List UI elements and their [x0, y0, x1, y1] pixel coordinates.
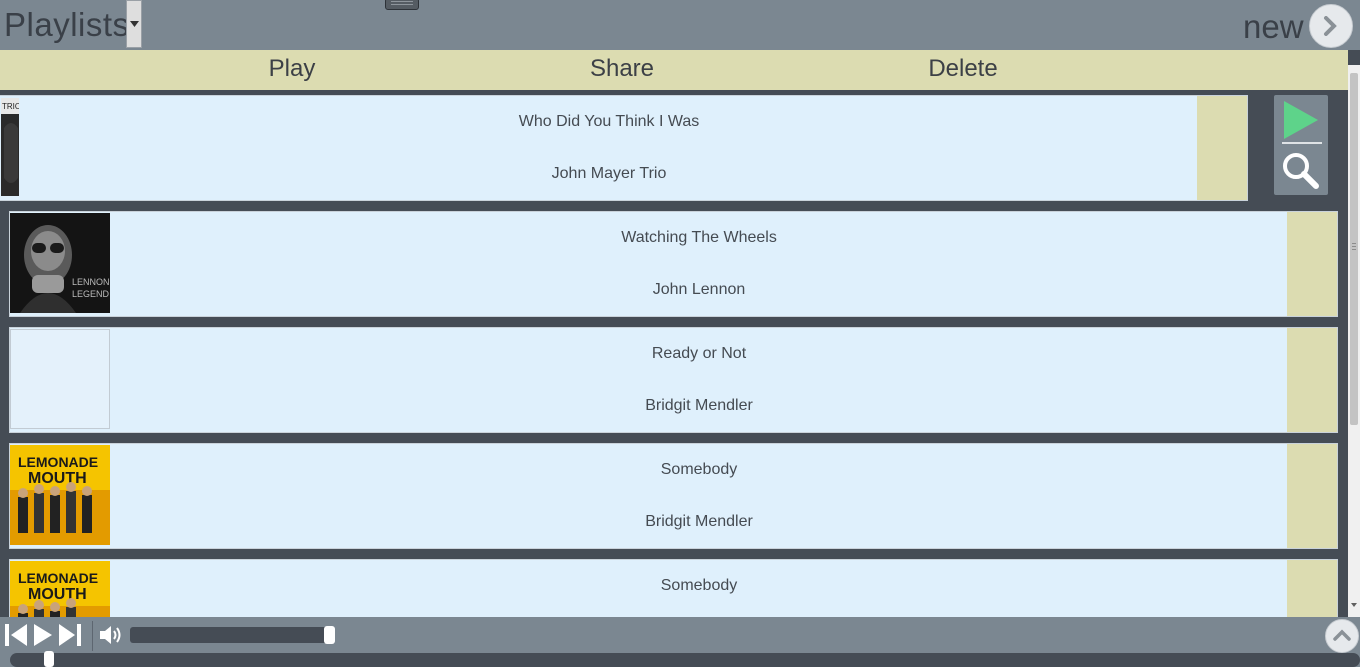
- player-bar: [0, 617, 1360, 667]
- search-icon: [1283, 153, 1319, 189]
- page-title: Playlists: [4, 6, 130, 43]
- album-cover-placeholder: [10, 329, 110, 429]
- track-title: Watching The Wheels: [621, 229, 777, 246]
- track-list: TRIO Who Did You Think I Was John Mayer …: [0, 90, 1348, 617]
- row-handle[interactable]: [1287, 444, 1337, 548]
- track-artist: John Mayer Trio: [551, 165, 667, 182]
- track-artist: Bridgit Mendler: [645, 513, 753, 530]
- album-cover: LENNON LEGEND: [10, 213, 110, 313]
- volume-icon[interactable]: [99, 624, 125, 646]
- svg-text:LEMONADE: LEMONADE: [18, 570, 98, 586]
- next-button[interactable]: [1309, 4, 1353, 48]
- album-cover: LEMONADE MOUTH: [10, 445, 110, 545]
- row-handle[interactable]: [1287, 212, 1337, 316]
- new-playlist-label[interactable]: new: [1243, 8, 1304, 46]
- grip-icon: [391, 1, 413, 5]
- play-action-button[interactable]: Play: [269, 55, 316, 83]
- svg-text:LEMONADE: LEMONADE: [18, 454, 98, 470]
- delete-action-button[interactable]: Delete: [928, 55, 997, 83]
- playlist-dropdown-button[interactable]: [126, 0, 142, 48]
- list-scrollbar[interactable]: [1348, 65, 1360, 617]
- track-row[interactable]: Ready or Not Bridgit Mendler: [9, 327, 1338, 433]
- share-action-button[interactable]: Share: [590, 55, 654, 83]
- player-divider: [92, 621, 93, 651]
- track-title: Who Did You Think I Was: [518, 113, 700, 130]
- track-title: Ready or Not: [651, 345, 747, 362]
- progress-slider[interactable]: [10, 653, 1360, 667]
- row-handle[interactable]: [1287, 560, 1337, 617]
- row-search-button[interactable]: [1274, 147, 1328, 195]
- row-handle[interactable]: [1287, 328, 1337, 432]
- skip-forward-icon[interactable]: [58, 623, 82, 647]
- row-actions-panel: [1274, 95, 1328, 195]
- svg-text:LEGEND: LEGEND: [72, 289, 110, 299]
- expand-player-button[interactable]: [1325, 619, 1359, 653]
- header-bar: Playlists new: [0, 0, 1360, 50]
- album-cover: TRIO: [1, 98, 19, 196]
- svg-text:MOUTH: MOUTH: [28, 586, 87, 603]
- play-icon[interactable]: [32, 623, 54, 647]
- track-title: Somebody: [660, 577, 738, 594]
- play-icon: [1282, 101, 1322, 144]
- album-cover: LEMONADE MOUTH: [10, 561, 110, 617]
- row-play-button[interactable]: [1274, 95, 1328, 145]
- chevron-up-icon: [1333, 629, 1351, 641]
- skip-back-icon[interactable]: [4, 623, 28, 647]
- svg-text:LENNON: LENNON: [72, 277, 110, 287]
- track-artist: John Lennon: [652, 281, 746, 298]
- row-handle[interactable]: [1197, 96, 1247, 200]
- svg-text:TRIO: TRIO: [2, 102, 19, 111]
- track-row[interactable]: LEMONADE MOUTH Somebody: [9, 559, 1338, 617]
- volume-slider-knob[interactable]: [324, 626, 335, 644]
- track-row[interactable]: TRIO Who Did You Think I Was John Mayer …: [0, 95, 1248, 201]
- track-row[interactable]: LEMONADE MOUTH Somebody Bridgit Mendler: [9, 443, 1338, 549]
- volume-slider[interactable]: [130, 627, 330, 643]
- track-artist: Bridgit Mendler: [645, 397, 753, 414]
- track-title: Somebody: [660, 461, 738, 478]
- svg-text:MOUTH: MOUTH: [28, 470, 87, 487]
- action-bar: Play Share Delete: [0, 50, 1348, 90]
- drawer-handle[interactable]: [385, 0, 419, 10]
- track-row[interactable]: LENNON LEGEND Watching The Wheels John L…: [9, 211, 1338, 317]
- chevron-down-icon: [130, 21, 139, 27]
- scroll-down-arrow-icon[interactable]: [1351, 603, 1357, 607]
- chevron-right-icon: [1324, 16, 1337, 36]
- scrollbar-grip-icon: [1352, 243, 1356, 252]
- progress-slider-knob[interactable]: [44, 651, 54, 667]
